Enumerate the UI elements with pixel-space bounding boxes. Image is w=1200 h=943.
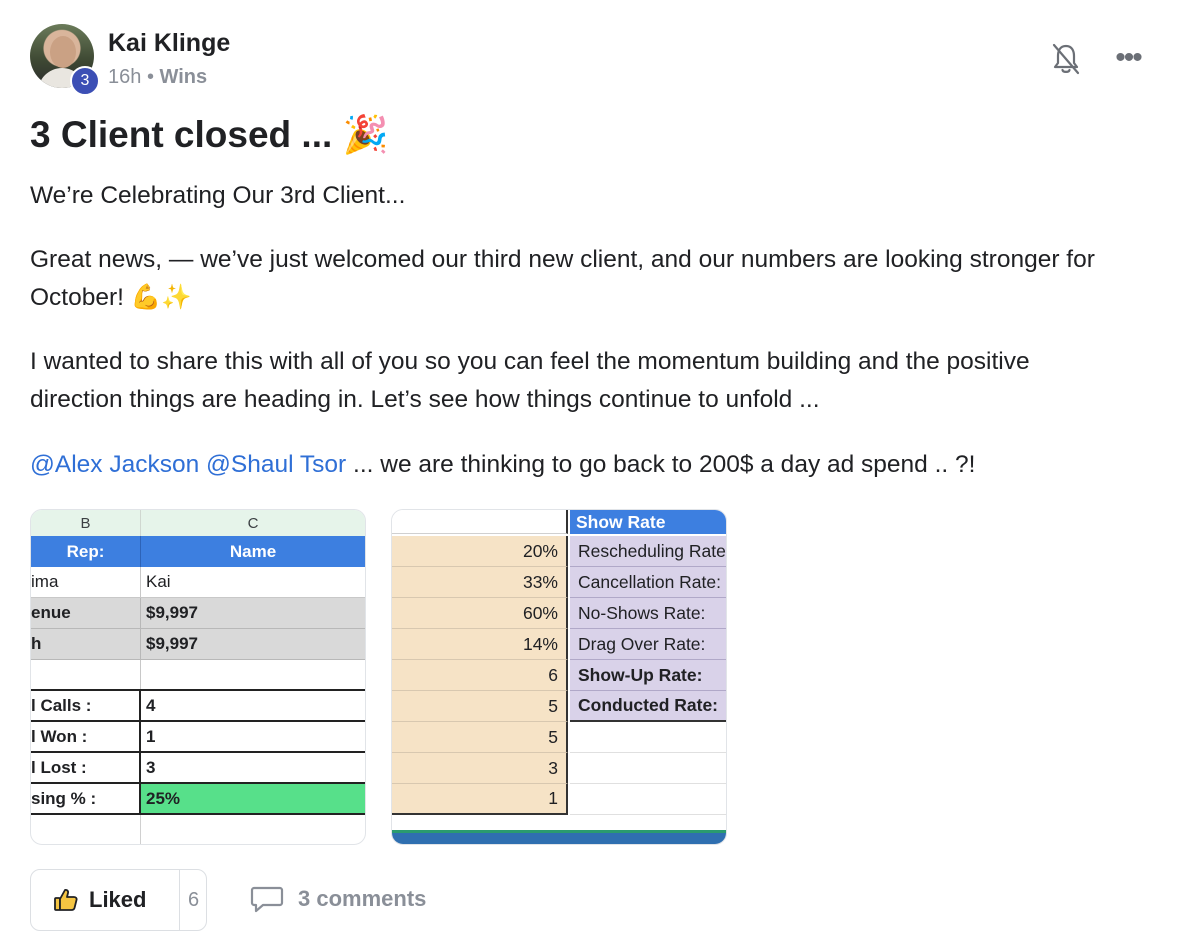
sheet1-row: l Won : 1: [31, 722, 365, 753]
sheet2-header-row: Show Rate: [392, 510, 726, 534]
post-time: 16h: [108, 66, 142, 88]
sheet1-row-value: 25%: [141, 784, 365, 813]
sheet1-row: l Calls : 4: [31, 691, 365, 722]
sheet1-empty-row: [31, 815, 365, 844]
sheet1-row: h $9,997: [31, 629, 365, 660]
sheet1-column-header-row: B C: [31, 510, 365, 536]
post-category[interactable]: Wins: [160, 66, 208, 88]
sheet1-empty-cell: [31, 815, 141, 844]
more-options-icon[interactable]: •••: [1112, 43, 1144, 73]
thumbs-up-icon: [54, 889, 78, 911]
mention-alex-jackson[interactable]: @Alex Jackson: [30, 451, 199, 478]
bell-off-icon[interactable]: [1050, 42, 1082, 76]
sheet1-row-value: 4: [146, 695, 156, 715]
sheet1-header-right: Name: [141, 536, 365, 567]
p3-line-1: I wanted to share this with all of you s…: [30, 348, 1030, 375]
sheet1-row-value: 1: [146, 726, 156, 746]
sheet1-row-value: [146, 660, 365, 689]
sheet2-row-value: 1: [392, 784, 568, 815]
sheet2-row: 5: [392, 722, 726, 753]
comment-bubble-icon: [250, 886, 284, 913]
sheet1-row-value: $9,997: [146, 603, 198, 622]
p2-line-2: October!: [30, 284, 124, 311]
p3-line-2: direction things are heading in. Let’s s…: [30, 386, 820, 413]
sheet1-row-label: l Lost :: [31, 753, 141, 782]
sheet2-row: 3: [392, 753, 726, 784]
sheet2-row-value: 3: [392, 753, 568, 784]
sheet1-row-label: l Won :: [31, 722, 141, 751]
sheet1-row: enue $9,997: [31, 598, 365, 629]
sheet2-row-label: Show-Up Rate:: [570, 660, 726, 691]
sheet2-header-left: [392, 510, 568, 534]
attachment-image-2[interactable]: Show Rate 20% Rescheduling Rate 33% Canc…: [391, 509, 727, 845]
sheet2-row: 60% No-Shows Rate:: [392, 598, 726, 629]
flex-sparkle-icon: 💪✨: [130, 284, 192, 311]
meta-separator: •: [146, 66, 154, 88]
post-paragraph-3: I wanted to share this with all of you s…: [30, 343, 1170, 419]
sheet2-row-label: [570, 753, 726, 784]
p2-line-1: Great news, — we’ve just welcomed our th…: [30, 246, 1095, 273]
post-title: 3 Client closed ... 🎉: [30, 114, 389, 157]
sheet2-row-value: 60%: [392, 598, 568, 629]
post-title-text: 3 Client closed ...: [30, 114, 333, 155]
post-meta: 16h • Wins: [108, 66, 207, 89]
sheet2-row-label: Rescheduling Rate: [570, 536, 726, 567]
sheet1-row: l Lost : 3: [31, 753, 365, 784]
like-label: Liked: [89, 887, 147, 912]
sheet1-col-c: C: [141, 510, 365, 536]
level-badge: 3: [70, 66, 100, 96]
sheet2-row-value: 14%: [392, 629, 568, 660]
sheet2-row-label: Cancellation Rate:: [570, 567, 726, 598]
sheet1-row: ima Kai: [31, 567, 365, 598]
sheet2-row-value: 5: [392, 722, 568, 753]
sheet2-row-value: 5: [392, 691, 568, 722]
sheet1-row-label: sing % :: [31, 784, 141, 813]
sheet1-row-label: l Calls :: [31, 691, 141, 720]
mention-shaul-tsor[interactable]: @Shaul Tsor: [206, 451, 346, 478]
sheet1-row-value: Kai: [146, 572, 171, 591]
sheet1-row-label: ima: [31, 567, 141, 597]
comments-link[interactable]: 3 comments: [250, 884, 426, 914]
sheet2-row: 1: [392, 784, 726, 815]
sheet1-header-row: Rep: Name: [31, 536, 365, 567]
sheet1-row-label: h: [31, 629, 141, 659]
attachment-image-1[interactable]: B C Rep: Name ima Kai enue $9,997 h $9,9…: [30, 509, 366, 845]
sheet2-spacer: [392, 816, 726, 830]
comments-count-label: 3 comments: [298, 886, 427, 911]
sheet1-row: [31, 660, 365, 691]
sheet1-row-label: enue: [31, 598, 141, 628]
sheet2-row-label: No-Shows Rate:: [570, 598, 726, 629]
sheet2-row-label: Conducted Rate:: [570, 691, 726, 722]
sheet1-row-label: [31, 660, 141, 689]
sheet2-row: 14% Drag Over Rate:: [392, 629, 726, 660]
avatar-head: [50, 36, 76, 68]
sheet1-row: sing % : 25%: [31, 784, 365, 815]
sheet2-row-value: 33%: [392, 567, 568, 598]
post-paragraph-2: Great news, — we’ve just welcomed our th…: [30, 241, 1170, 317]
sheet2-row-label: [570, 722, 726, 753]
sheet2-row-value: 6: [392, 660, 568, 691]
sheet2-header-right: Show Rate: [570, 510, 726, 534]
sheet1-row-value: 3: [146, 757, 156, 777]
sheet2-row-value: 20%: [392, 536, 568, 567]
sheet2-row: 6 Show-Up Rate:: [392, 660, 726, 691]
party-popper-icon: 🎉: [342, 114, 389, 155]
sheet2-row-label: Drag Over Rate:: [570, 629, 726, 660]
sheet2-footer-band: [392, 830, 726, 844]
sheet2-row-label: [570, 784, 726, 815]
mention-tail-text: ... we are thinking to go back to 200$ a…: [346, 451, 976, 478]
sheet1-row-value: $9,997: [146, 634, 198, 653]
like-count[interactable]: 6: [179, 870, 208, 930]
sheet2-row: 33% Cancellation Rate:: [392, 567, 726, 598]
author-name[interactable]: Kai Klinge: [108, 29, 230, 58]
post-paragraph-1: We’re Celebrating Our 3rd Client...: [30, 182, 406, 209]
like-button[interactable]: Liked 6: [30, 869, 207, 931]
sheet1-header-left: Rep:: [31, 536, 141, 567]
post-paragraph-4: @Alex Jackson @Shaul Tsor ... we are thi…: [30, 446, 1170, 484]
sheet2-row: 5 Conducted Rate:: [392, 691, 726, 722]
sheet1-col-b: B: [31, 510, 141, 536]
sheet2-row: 20% Rescheduling Rate: [392, 536, 726, 567]
